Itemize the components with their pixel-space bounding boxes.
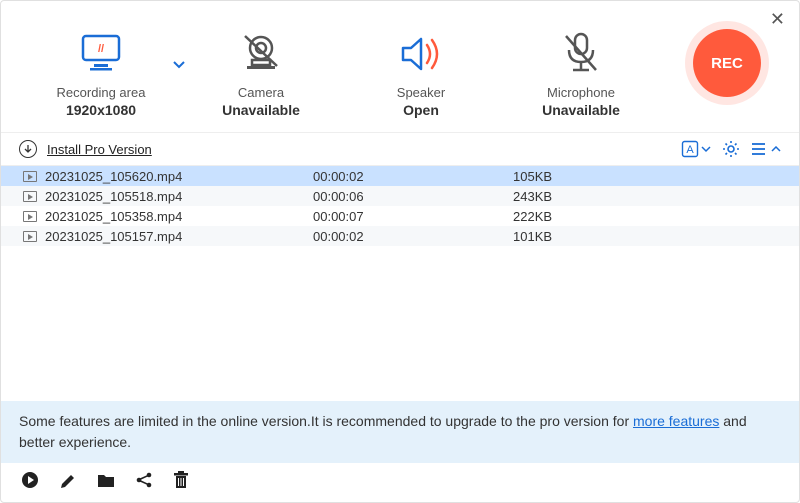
banner-text-1: Some features are limited in the online … (19, 413, 633, 429)
speaker-icon (397, 33, 445, 75)
recording-area-value: 1920x1080 (66, 102, 136, 118)
table-row[interactable]: 20231025_105518.mp4 00:00:06 243KB (1, 186, 799, 206)
record-button[interactable]: REC (693, 29, 761, 97)
recording-area-label: Recording area (57, 85, 146, 100)
filesize: 222KB (513, 209, 777, 224)
microphone-icon (561, 32, 601, 76)
bottom-toolbar (1, 463, 799, 502)
duration: 00:00:07 (313, 209, 513, 224)
camera-label: Camera (238, 85, 284, 100)
video-file-icon (23, 171, 37, 182)
more-features-link[interactable]: more features (633, 413, 719, 429)
filesize: 243KB (513, 189, 777, 204)
close-icon[interactable]: ✕ (770, 9, 785, 30)
duration: 00:00:02 (313, 229, 513, 244)
filename: 20231025_105518.mp4 (45, 189, 182, 204)
monitor-icon: // (79, 34, 123, 74)
svg-text:A: A (686, 144, 694, 156)
microphone-control[interactable]: Microphone Unavailable (501, 29, 661, 118)
upgrade-banner: Some features are limited in the online … (1, 401, 799, 463)
delete-button[interactable] (173, 471, 189, 492)
filename: 20231025_105157.mp4 (45, 229, 182, 244)
text-style-button[interactable]: A (681, 140, 711, 158)
video-file-icon (23, 211, 37, 222)
speaker-control[interactable]: Speaker Open (341, 29, 501, 118)
device-toolbar: // Recording area 1920x1080 Camera Unav (1, 1, 799, 132)
recording-area-control[interactable]: // Recording area 1920x1080 (21, 29, 181, 118)
camera-value: Unavailable (222, 102, 300, 118)
download-icon[interactable] (19, 140, 37, 158)
microphone-value: Unavailable (542, 102, 620, 118)
video-file-icon (23, 231, 37, 242)
speaker-label: Speaker (397, 85, 445, 100)
install-pro-link[interactable]: Install Pro Version (47, 142, 152, 157)
record-button-label: REC (711, 55, 743, 72)
share-button[interactable] (135, 471, 153, 492)
filesize: 101KB (513, 229, 777, 244)
list-toolbar: Install Pro Version A (1, 132, 799, 166)
video-file-icon (23, 191, 37, 202)
filename: 20231025_105620.mp4 (45, 169, 182, 184)
table-row[interactable]: 20231025_105358.mp4 00:00:07 222KB (1, 206, 799, 226)
edit-button[interactable] (59, 471, 77, 492)
table-row[interactable]: 20231025_105157.mp4 00:00:02 101KB (1, 226, 799, 246)
duration: 00:00:02 (313, 169, 513, 184)
speaker-value: Open (403, 102, 439, 118)
play-button[interactable] (21, 471, 39, 492)
table-row[interactable]: 20231025_105620.mp4 00:00:02 105KB (1, 166, 799, 186)
menu-button[interactable] (751, 142, 781, 156)
camera-control[interactable]: Camera Unavailable (181, 29, 341, 118)
filesize: 105KB (513, 169, 777, 184)
duration: 00:00:06 (313, 189, 513, 204)
camera-icon (237, 32, 285, 76)
settings-button[interactable] (721, 139, 741, 159)
microphone-label: Microphone (547, 85, 615, 100)
recordings-list: 20231025_105620.mp4 00:00:02 105KB 20231… (1, 166, 799, 246)
folder-button[interactable] (97, 472, 115, 491)
svg-text://: // (98, 43, 104, 55)
filename: 20231025_105358.mp4 (45, 209, 182, 224)
